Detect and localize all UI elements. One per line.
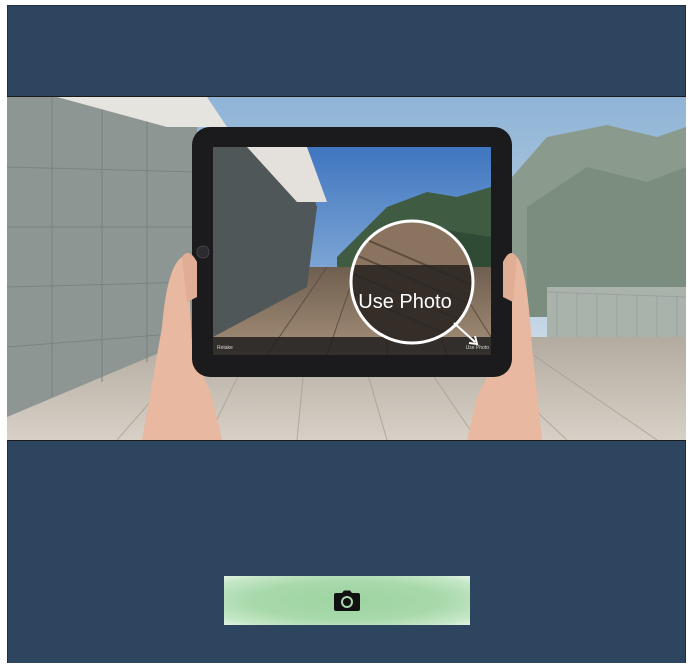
retake-label: Retake <box>217 345 233 351</box>
take-photo-button[interactable] <box>224 576 470 625</box>
camera-icon <box>333 590 361 612</box>
instruction-image: Retake Use Photo Use Photo <box>7 96 686 441</box>
magnified-use-photo-label: Use Photo <box>358 291 451 313</box>
tablet-photo-illustration: Retake Use Photo Use Photo <box>7 97 686 440</box>
use-photo-small-label: Use Photo <box>466 345 490 351</box>
